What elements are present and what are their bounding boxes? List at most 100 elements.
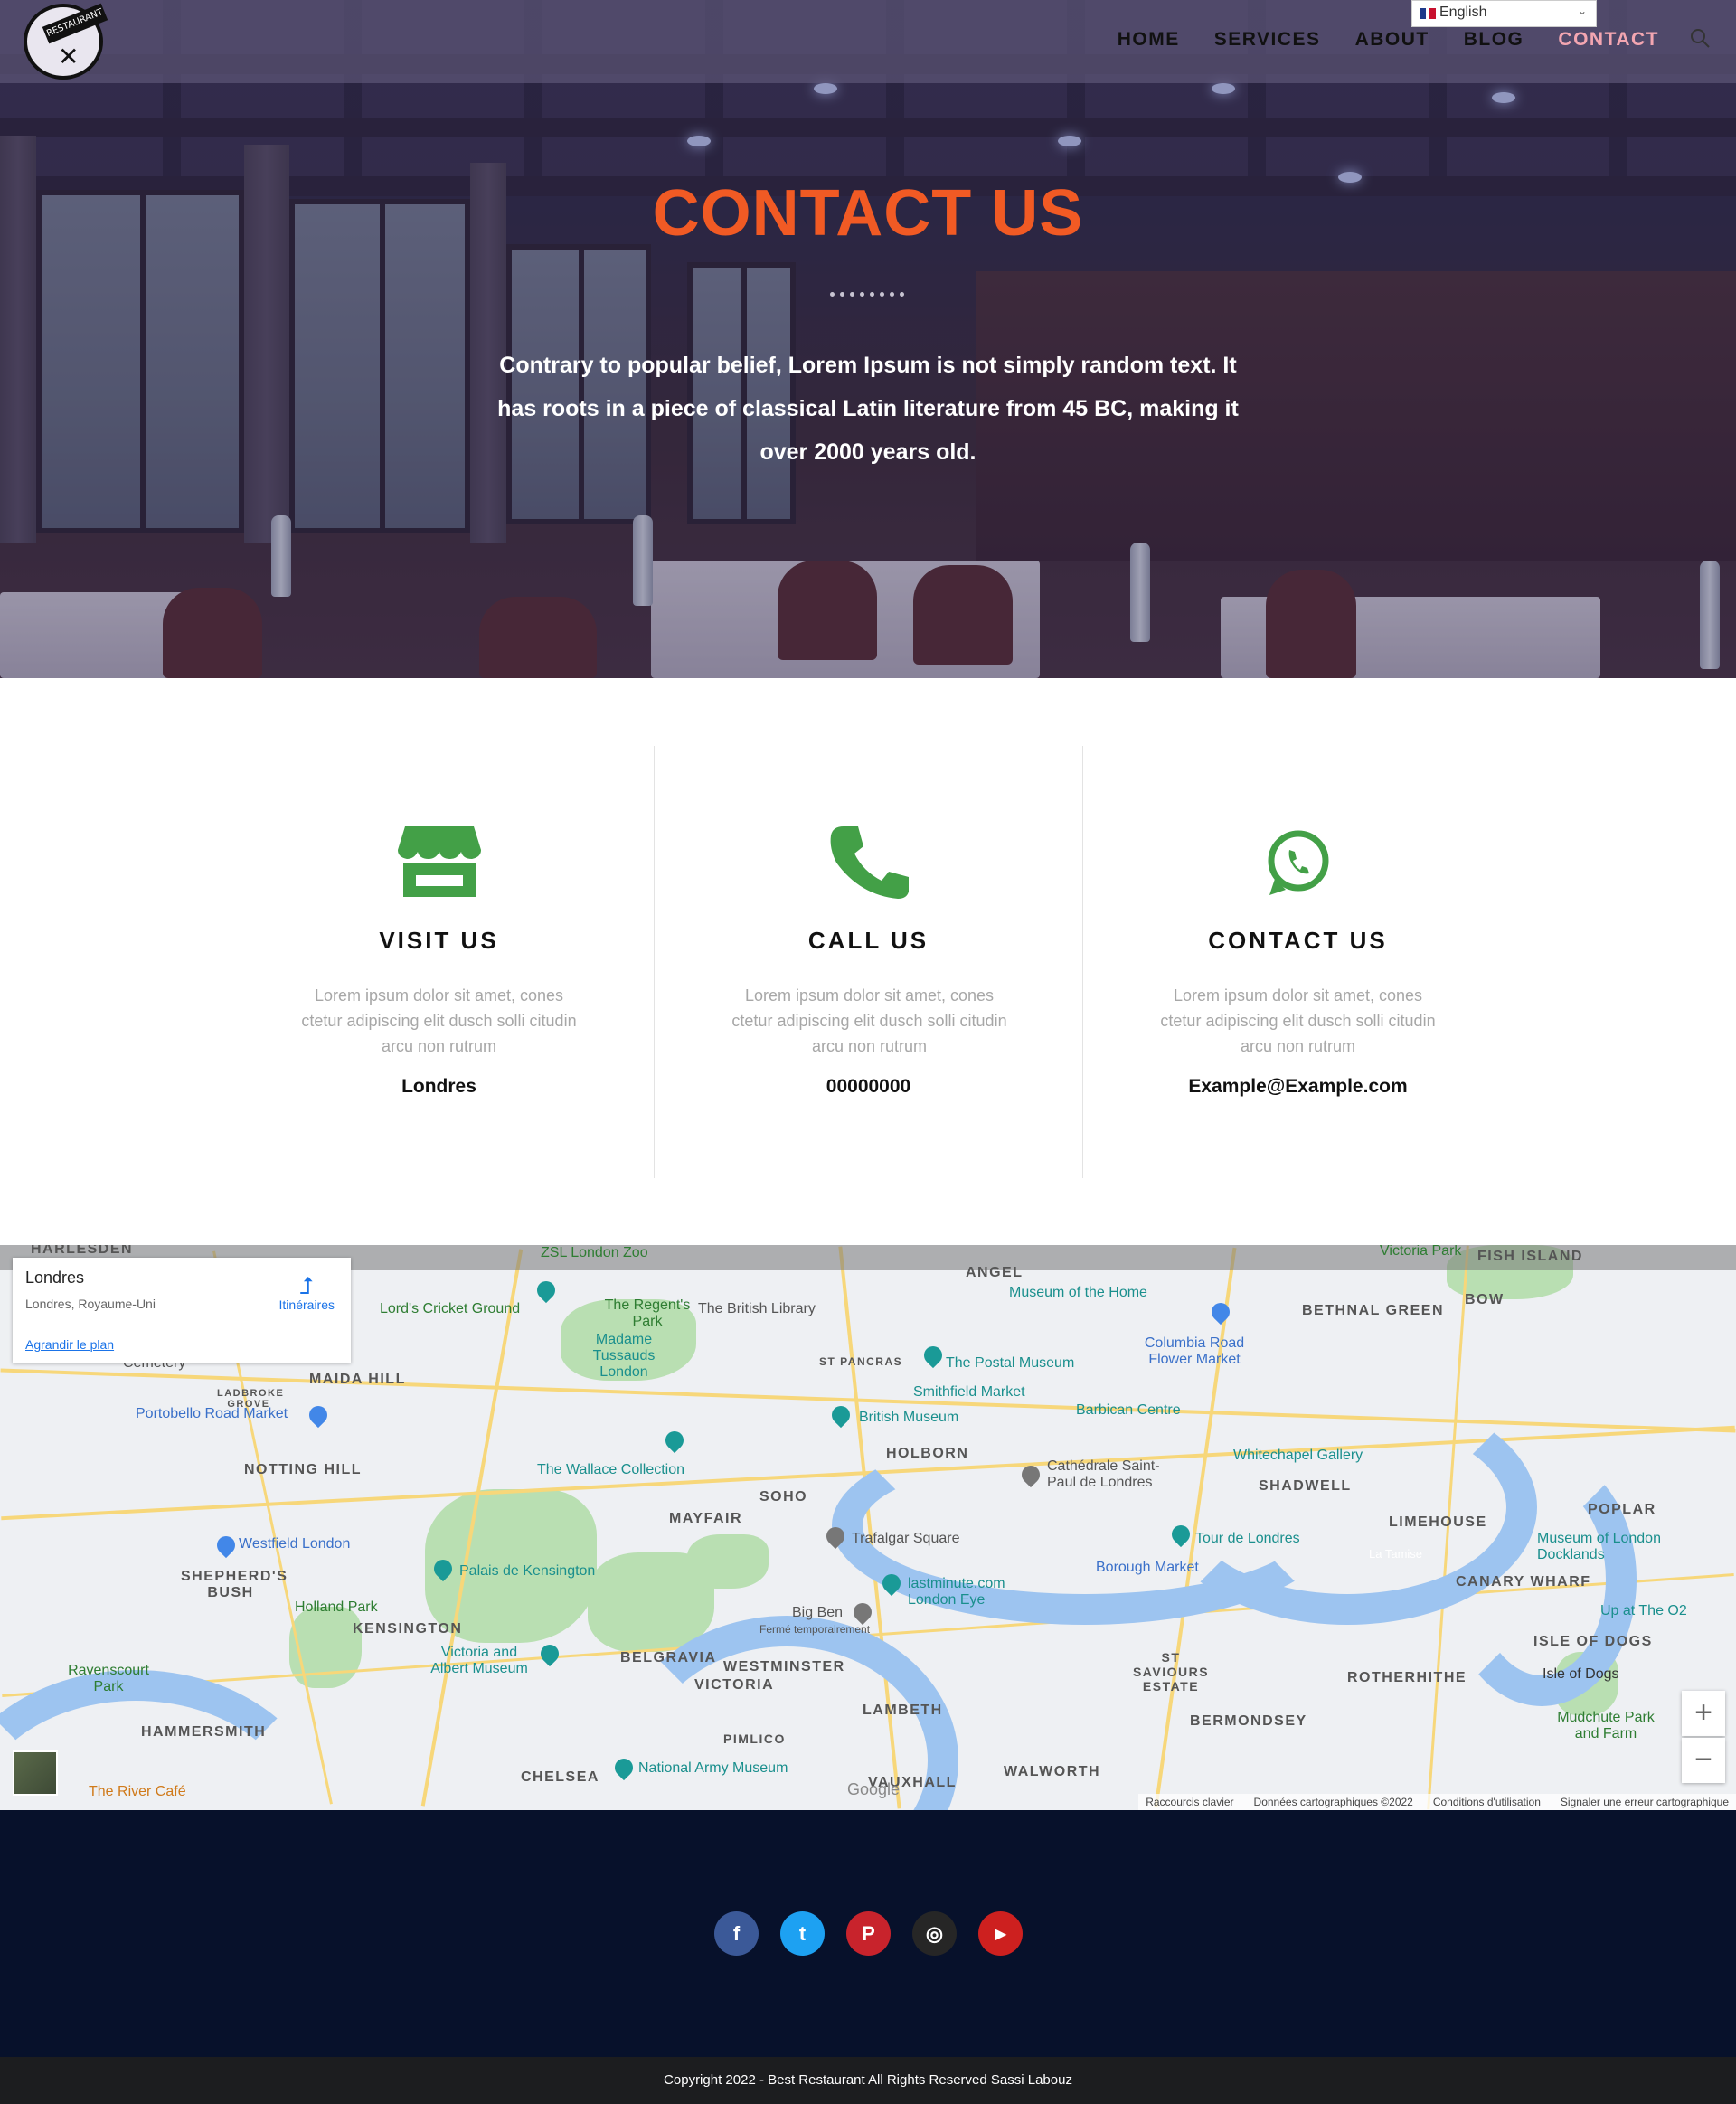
- satellite-toggle[interactable]: [13, 1750, 58, 1796]
- language-select[interactable]: English ⌄: [1411, 0, 1597, 27]
- uk-flag-icon: [1420, 8, 1436, 19]
- site-logo[interactable]: RESTAURANT ✕: [24, 3, 108, 80]
- map-label: Mudchute Park and Farm: [1557, 1710, 1655, 1741]
- map-label: MAIDA HILL: [309, 1372, 406, 1387]
- map-label: National Army Museum: [638, 1760, 788, 1776]
- map-label: HOLBORN: [886, 1446, 969, 1461]
- nav-home[interactable]: HOME: [1118, 29, 1180, 51]
- report-error-link[interactable]: Signaler une erreur cartographique: [1561, 1796, 1729, 1808]
- social-links: f t P ◎ ▶: [714, 1911, 1023, 1956]
- google-map[interactable]: HARLESDEN ZSL London Zoo ANGEL Victoria …: [0, 1245, 1736, 1810]
- nav-services[interactable]: SERVICES: [1214, 29, 1321, 51]
- map-label: ZSL London Zoo: [541, 1245, 648, 1260]
- map-label: The Regent's Park: [604, 1297, 691, 1329]
- map-label: Victoria and Albert Museum: [430, 1645, 528, 1676]
- map-label: Big Ben: [792, 1605, 844, 1620]
- hero-text: Contrary to popular belief, Lorem Ipsum …: [497, 353, 1239, 465]
- map-label: Madame Tussauds London: [592, 1332, 656, 1380]
- map-label: British Museum: [859, 1410, 959, 1425]
- map-pin[interactable]: [212, 1532, 240, 1559]
- park-area: [687, 1534, 769, 1589]
- contact-info-section: VISIT US Lorem ipsum dolor sit amet, con…: [0, 746, 1736, 1180]
- pinterest-icon[interactable]: P: [846, 1911, 891, 1956]
- map-label: WESTMINSTER: [723, 1659, 845, 1675]
- nav-blog[interactable]: BLOG: [1464, 29, 1524, 51]
- zoom-in-button[interactable]: +: [1682, 1691, 1725, 1736]
- map-label: Palais de Kensington: [459, 1563, 596, 1579]
- whatsapp-icon: [1268, 830, 1328, 895]
- map-label: WALWORTH: [1004, 1764, 1101, 1779]
- copyright-bar: Copyright 2022 - Best Restaurant All Rig…: [0, 2057, 1736, 2104]
- map-label: SOHO: [760, 1489, 808, 1505]
- store-icon: [397, 826, 481, 897]
- map-label: FISH ISLAND: [1477, 1249, 1583, 1264]
- nav-about[interactable]: ABOUT: [1355, 29, 1429, 51]
- map-label: Fermé temporairement: [760, 1623, 871, 1636]
- map-label: POPLAR: [1588, 1502, 1656, 1517]
- map-pin[interactable]: [536, 1640, 563, 1667]
- map-pin[interactable]: [849, 1599, 876, 1626]
- terms-link[interactable]: Conditions d'utilisation: [1433, 1796, 1541, 1808]
- fork-knife-icon: ✕: [58, 42, 80, 71]
- map-label: Whitechapel Gallery: [1233, 1448, 1363, 1463]
- map-pin[interactable]: [661, 1427, 688, 1454]
- map-label: Museum of London Docklands: [1537, 1531, 1661, 1562]
- map-label: BETHNAL GREEN: [1302, 1303, 1444, 1318]
- map-label: CHELSEA: [521, 1769, 599, 1785]
- map-label: ROTHERHITHE: [1347, 1670, 1467, 1685]
- hero-overlay: [0, 0, 1736, 678]
- map-label: CANARY WHARF: [1456, 1574, 1591, 1590]
- language-label: English: [1439, 5, 1487, 20]
- phone-value[interactable]: 00000000: [655, 1076, 1082, 1098]
- map-label: HARLESDEN: [31, 1245, 134, 1257]
- map-label: PIMLICO: [723, 1731, 786, 1746]
- map-label: Lord's Cricket Ground: [380, 1301, 521, 1316]
- call-us-card: CALL US Lorem ipsum dolor sit amet, cone…: [654, 746, 1083, 1178]
- map-label: ST SAVIOURS ESTATE: [1132, 1650, 1210, 1694]
- email-value[interactable]: Example@Example.com: [1083, 1076, 1513, 1098]
- twitter-icon[interactable]: t: [780, 1911, 825, 1956]
- map-label: LIMEHOUSE: [1389, 1514, 1487, 1530]
- map-label: lastminute.com London Eye: [908, 1576, 1005, 1608]
- map-label: ISLE OF DOGS: [1533, 1634, 1653, 1649]
- map-label: NOTTING HILL: [244, 1462, 362, 1477]
- map-label: ST PANCRAS: [819, 1355, 903, 1368]
- keyboard-shortcuts-link[interactable]: Raccourcis clavier: [1146, 1796, 1233, 1808]
- phone-icon: [830, 826, 909, 899]
- directions-button[interactable]: ⮥ Itinéraires: [279, 1274, 335, 1312]
- map-label: Isle of Dogs: [1543, 1666, 1619, 1682]
- map-label: ANGEL: [966, 1265, 1024, 1280]
- map-pin[interactable]: [920, 1342, 947, 1369]
- map-label: SHEPHERD'S BUSH: [181, 1569, 288, 1600]
- map-label: Tour de Londres: [1195, 1531, 1300, 1546]
- map-label: Museum of the Home: [1009, 1285, 1147, 1300]
- map-pin[interactable]: [305, 1401, 332, 1429]
- map-label: Barbican Centre: [1076, 1402, 1181, 1418]
- card-text: Lorem ipsum dolor sit amet, cones ctetur…: [1160, 986, 1436, 1055]
- map-label: Up at The O2: [1600, 1603, 1687, 1618]
- title-divider-dots: [830, 292, 904, 297]
- youtube-icon[interactable]: ▶: [978, 1911, 1023, 1956]
- map-label: The River Café: [89, 1784, 186, 1799]
- directions-label: Itinéraires: [278, 1297, 335, 1312]
- map-label: Westfield London: [239, 1536, 351, 1552]
- map-label: The Wallace Collection: [537, 1462, 685, 1477]
- map-label: Holland Park: [295, 1599, 378, 1615]
- map-label: BELGRAVIA: [620, 1650, 717, 1665]
- chevron-down-icon: ⌄: [1577, 5, 1587, 17]
- card-title: VISIT US: [379, 927, 499, 954]
- site-footer: f t P ◎ ▶: [0, 1810, 1736, 2057]
- map-pin[interactable]: [533, 1277, 560, 1304]
- enlarge-map-link[interactable]: Agrandir le plan: [25, 1337, 114, 1352]
- instagram-icon[interactable]: ◎: [912, 1911, 957, 1956]
- map-data-text: Données cartographiques ©2022: [1253, 1796, 1413, 1808]
- map-pin[interactable]: [827, 1401, 854, 1429]
- facebook-icon[interactable]: f: [714, 1911, 759, 1956]
- nav-contact[interactable]: CONTACT: [1558, 29, 1659, 51]
- map-label: Cathédrale Saint-Paul de Londres: [1047, 1458, 1160, 1490]
- card-title: CALL US: [807, 927, 929, 954]
- search-icon[interactable]: [1689, 27, 1711, 49]
- map-pin[interactable]: [1207, 1298, 1234, 1326]
- zoom-out-button[interactable]: −: [1682, 1738, 1725, 1783]
- map-label: HAMMERSMITH: [141, 1724, 267, 1740]
